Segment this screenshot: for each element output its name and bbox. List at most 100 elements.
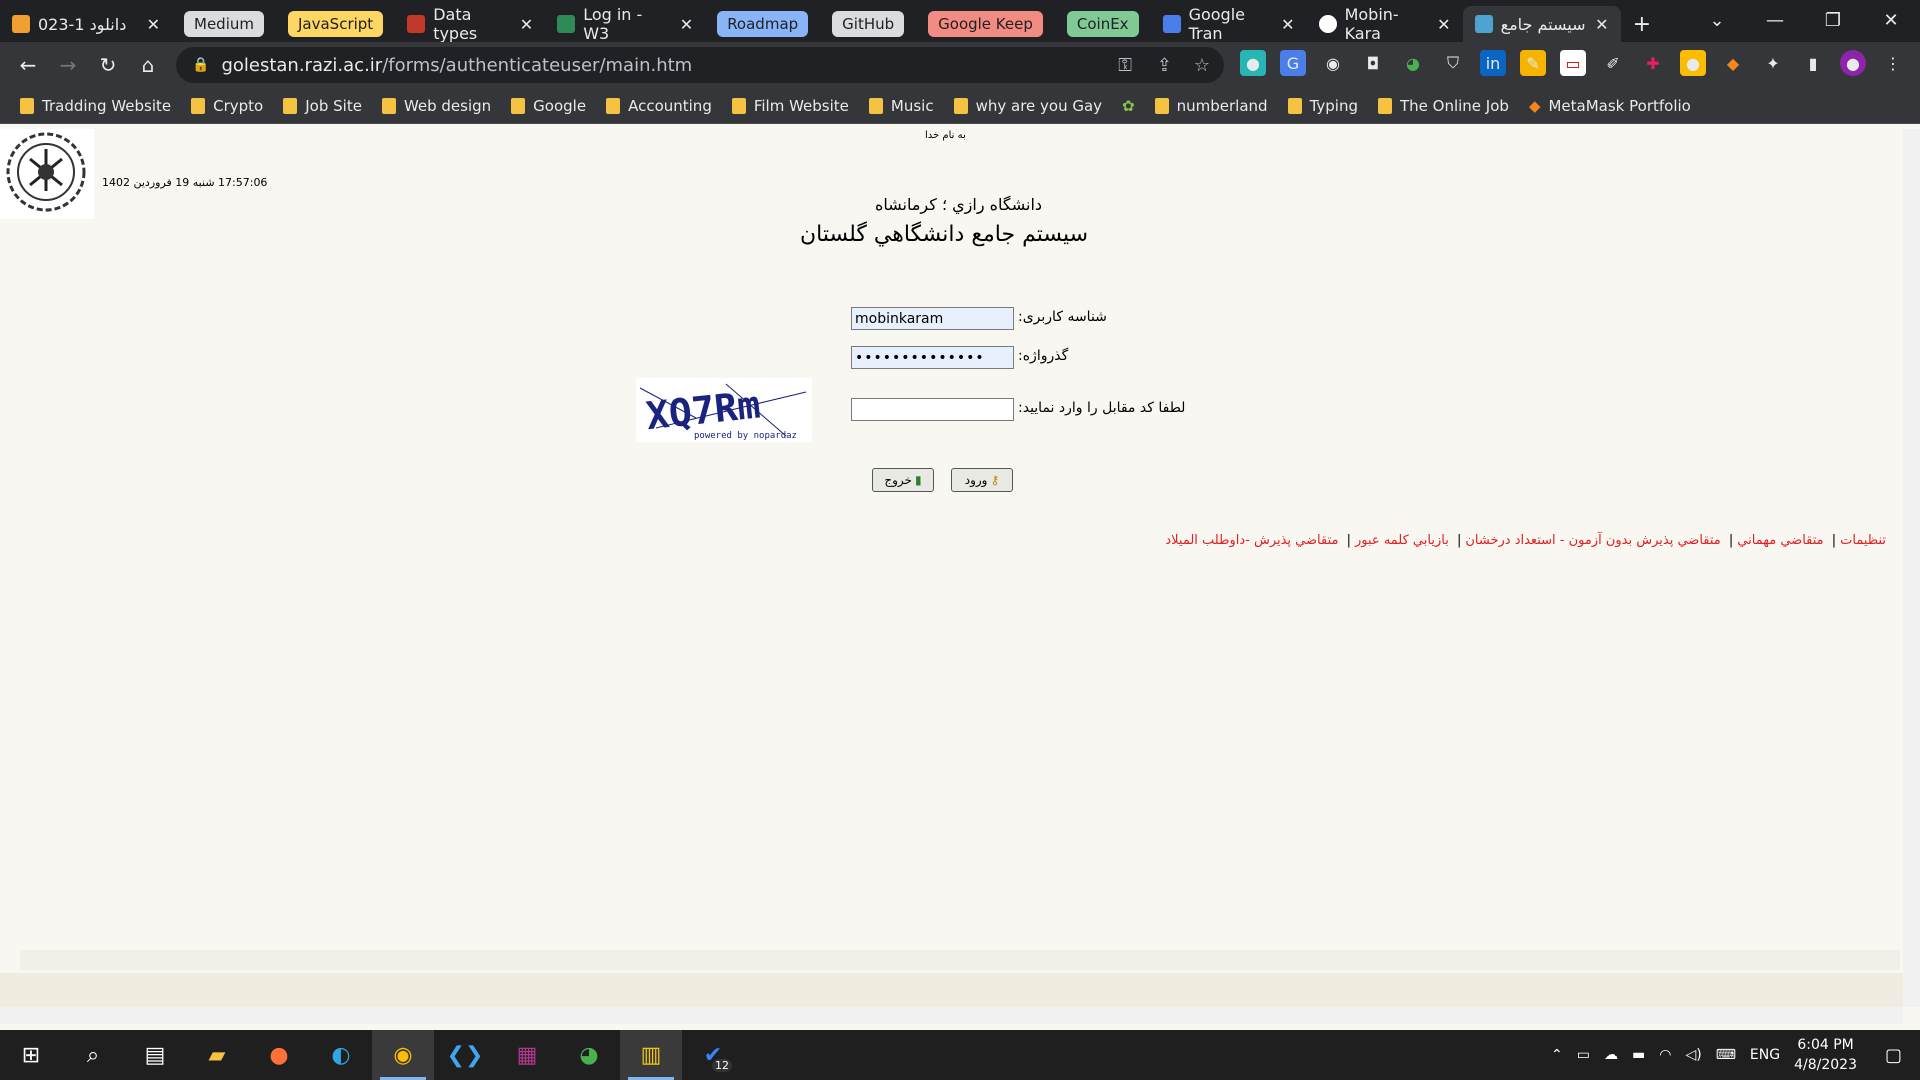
sidepanel-icon[interactable]: ▮ <box>1800 50 1826 76</box>
volume-icon[interactable]: ◁) <box>1685 1047 1701 1063</box>
windows-start-icon[interactable]: ⊞ <box>0 1030 62 1080</box>
extension-icon[interactable]: ◉ <box>1320 50 1346 76</box>
forward-icon[interactable]: → <box>48 53 88 77</box>
back-icon[interactable]: ← <box>8 53 48 77</box>
puzzle-icon[interactable]: ✦ <box>1760 50 1786 76</box>
close-icon[interactable]: ✕ <box>520 15 533 34</box>
tab-group-javascript[interactable]: JavaScript <box>287 11 384 37</box>
extension-icon[interactable]: ● <box>1240 50 1266 76</box>
inner-horizontal-scrollbar[interactable] <box>20 950 1900 970</box>
wifi-icon[interactable]: ◠ <box>1659 1047 1671 1063</box>
metamask-icon[interactable]: ◆ <box>1720 50 1746 76</box>
notification-icon[interactable]: ▢ <box>1885 1045 1902 1066</box>
task-view-icon[interactable]: ▤ <box>124 1030 186 1080</box>
camera-icon[interactable]: ◘ <box>1360 50 1386 76</box>
settings-link[interactable]: تنظيمات <box>1840 533 1886 548</box>
close-icon[interactable]: ✕ <box>680 15 693 34</box>
close-window-icon[interactable]: ✕ <box>1862 10 1920 31</box>
winrar-icon[interactable]: ▦ <box>496 1030 558 1080</box>
menu-icon[interactable]: ⋮ <box>1880 50 1906 76</box>
close-icon[interactable]: ✕ <box>147 15 160 34</box>
reload-icon[interactable]: ↻ <box>88 53 128 77</box>
guest-applicant-link[interactable]: متقاضي مهماني <box>1737 533 1823 548</box>
minimize-icon[interactable]: — <box>1746 10 1804 31</box>
chrome-icon[interactable]: ◉ <box>372 1030 434 1080</box>
vertical-scrollbar[interactable] <box>1903 129 1920 1007</box>
chevron-down-icon[interactable]: ⌄ <box>1688 10 1746 31</box>
bookmark-item[interactable]: ◆ MetaMask Portfolio <box>1529 97 1691 115</box>
google-translate-icon <box>1162 15 1181 33</box>
powerbi-icon[interactable]: ▥ <box>620 1030 682 1080</box>
tab-github-mobin[interactable]: Mobin-Kara ✕ <box>1307 5 1463 43</box>
bookmark-item[interactable]: numberland <box>1154 97 1268 115</box>
key-icon[interactable]: ⚿ <box>1118 55 1132 76</box>
file-explorer-icon[interactable]: ▰ <box>186 1030 248 1080</box>
new-tab-button[interactable]: + <box>1621 6 1661 42</box>
shield-icon[interactable]: ⛉ <box>1440 50 1466 76</box>
extension-icon[interactable]: ● <box>1680 50 1706 76</box>
bookmark-item[interactable]: ✿ <box>1122 97 1135 115</box>
bookmark-item[interactable]: Music <box>868 97 934 115</box>
close-icon[interactable]: ✕ <box>1595 15 1608 34</box>
bookmark-item[interactable]: Google <box>511 97 586 115</box>
horizontal-scrollbar[interactable] <box>0 1007 1903 1024</box>
extension-icon[interactable]: ✚ <box>1640 50 1666 76</box>
extension-icon[interactable]: G <box>1280 50 1306 76</box>
password-field[interactable] <box>851 346 1014 369</box>
captcha-input[interactable] <box>851 398 1014 421</box>
talent-applicant-link[interactable]: متقاضي پذيرش بدون آزمون - استعداد درخشان <box>1465 533 1720 548</box>
golestan-icon <box>1474 15 1493 33</box>
bookmark-item[interactable]: Film Website <box>731 97 849 115</box>
edge-icon[interactable]: ◐ <box>310 1030 372 1080</box>
tab-w3[interactable]: Log in - W3 ✕ <box>545 5 705 43</box>
meet-icon[interactable]: ▭ <box>1577 1047 1590 1063</box>
calendar-icon[interactable]: ▭ <box>1560 50 1586 76</box>
todo-icon[interactable]: ✔ 12 <box>682 1030 744 1080</box>
bookmark-item[interactable]: Tradding Website <box>20 97 171 115</box>
chevron-up-icon[interactable]: ⌃ <box>1551 1047 1563 1063</box>
almilad-applicant-link[interactable]: متقاضي پذيرش -داوطلب الميلاد <box>1165 533 1338 548</box>
tab-golestan[interactable]: سیستم جامع ✕ <box>1462 6 1621 42</box>
bookmark-item[interactable]: The Online Job <box>1377 97 1509 115</box>
address-bar[interactable]: 🔒 golestan.razi.ac.ir /forms/authenticat… <box>176 47 1224 83</box>
restore-icon[interactable]: ❐ <box>1804 10 1862 31</box>
language-indicator[interactable]: ENG <box>1750 1047 1780 1063</box>
tab-group-google-keep[interactable]: Google Keep <box>928 11 1043 37</box>
tab-group-medium[interactable]: Medium <box>184 11 264 37</box>
avatar[interactable]: ● <box>1840 50 1866 76</box>
bookmark-item[interactable]: Job Site <box>283 97 362 115</box>
close-icon[interactable]: ✕ <box>1437 15 1450 34</box>
linkedin-icon[interactable]: in <box>1480 50 1506 76</box>
clock[interactable]: 6:04 PM 4/8/2023 <box>1794 1035 1857 1075</box>
tab-google-translate[interactable]: Google Tran ✕ <box>1151 5 1307 43</box>
home-icon[interactable]: ⌂ <box>128 53 168 77</box>
bookmark-item[interactable]: Typing <box>1287 97 1358 115</box>
cloud-icon[interactable]: ☁ <box>1604 1047 1618 1063</box>
extension-icon[interactable]: ◕ <box>1400 50 1426 76</box>
exit-label: خروج <box>884 473 912 487</box>
tab-download[interactable]: دانلود 1-023 ✕ <box>0 6 172 42</box>
bookmark-item[interactable]: Crypto <box>191 97 263 115</box>
firefox-icon[interactable]: ● <box>248 1030 310 1080</box>
pen-icon[interactable]: ✐ <box>1600 50 1626 76</box>
extension-icon[interactable]: ✎ <box>1520 50 1546 76</box>
search-icon[interactable]: ⌕ <box>62 1030 124 1080</box>
bookmark-item[interactable]: why are you Gay <box>953 97 1102 115</box>
username-field[interactable] <box>851 307 1014 330</box>
keyboard-icon[interactable]: ⌨ <box>1716 1047 1736 1063</box>
tab-group-github[interactable]: GitHub <box>832 11 905 37</box>
share-icon[interactable]: ⇪ <box>1157 55 1172 76</box>
login-button[interactable]: ورود ⚷ <box>951 468 1013 492</box>
star-icon[interactable]: ☆ <box>1194 55 1210 76</box>
password-recovery-link[interactable]: بازيابي كلمه عبور <box>1355 533 1449 548</box>
tab-group-coinex[interactable]: CoinEx <box>1066 11 1139 37</box>
bookmark-item[interactable]: Accounting <box>606 97 712 115</box>
tab-group-roadmap[interactable]: Roadmap <box>717 11 809 37</box>
close-icon[interactable]: ✕ <box>1281 15 1294 34</box>
battery-icon[interactable]: ▬ <box>1632 1047 1645 1063</box>
tab-data-types[interactable]: Data types ✕ <box>395 5 545 43</box>
globe-app-icon[interactable]: ◕ <box>558 1030 620 1080</box>
vscode-icon[interactable]: ❮❯ <box>434 1030 496 1080</box>
bookmark-item[interactable]: Web design <box>381 97 491 115</box>
exit-button[interactable]: خروج ▮ <box>872 468 934 492</box>
